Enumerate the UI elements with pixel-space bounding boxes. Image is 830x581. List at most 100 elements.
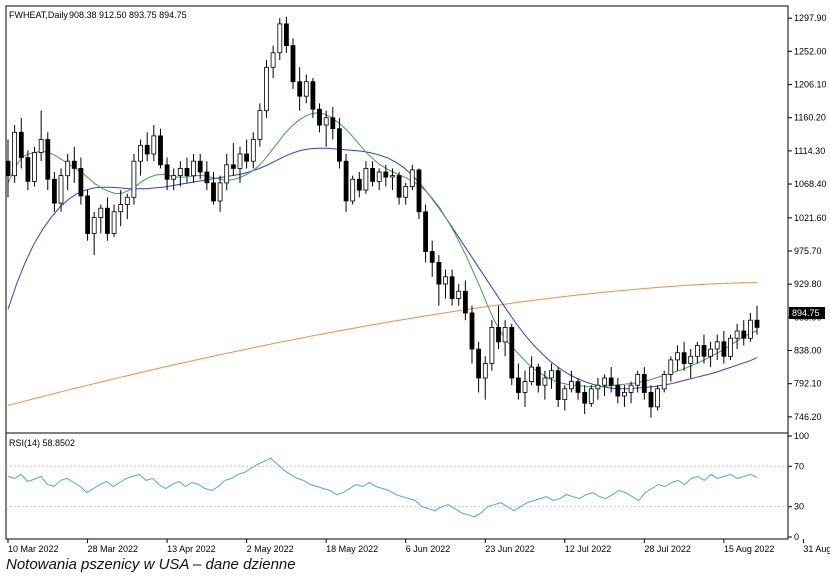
x-tick-label: 12 Jul 2022 — [565, 544, 612, 554]
candle-body — [52, 178, 57, 204]
candle-body — [38, 139, 44, 153]
candle — [144, 132, 150, 162]
y-tick-label: 929.80 — [794, 279, 822, 289]
candle — [582, 385, 588, 415]
x-tick-label: 28 Jul 2022 — [644, 544, 691, 554]
candle — [754, 305, 760, 335]
candle — [695, 341, 700, 364]
candle-body — [695, 345, 700, 357]
candle-body — [257, 110, 263, 140]
candle — [12, 125, 18, 183]
candle-body — [476, 348, 482, 379]
candle-body — [569, 381, 574, 390]
y-tick-label: 1297.90 — [794, 13, 827, 23]
candle-body — [244, 153, 250, 162]
candle — [476, 341, 482, 393]
candle — [628, 381, 634, 404]
candle — [522, 370, 528, 407]
candle-body — [350, 178, 356, 202]
rsi-tick-label: 100 — [794, 431, 809, 441]
candle-body — [608, 377, 614, 386]
candle — [681, 341, 687, 371]
candle — [224, 153, 230, 191]
x-tick-label: 15 Aug 2022 — [724, 544, 775, 554]
candle — [661, 370, 667, 393]
candle — [164, 157, 170, 191]
candle-body — [12, 131, 18, 177]
candle-body — [211, 182, 216, 202]
candle-body — [436, 261, 442, 285]
candle — [118, 190, 124, 227]
candle-body — [290, 45, 296, 83]
candle — [52, 172, 57, 212]
candle — [496, 305, 501, 350]
candle-body — [748, 319, 753, 339]
candle-body — [5, 160, 11, 177]
candle — [32, 146, 37, 187]
candle — [297, 67, 303, 111]
candle — [105, 197, 110, 241]
candle-body — [409, 169, 415, 187]
candle — [383, 164, 389, 187]
candle-body — [390, 175, 395, 178]
candle — [655, 385, 660, 411]
candle-body — [516, 377, 521, 393]
x-tick-label: 31 Aug 2022 — [803, 544, 830, 554]
candle — [290, 38, 296, 89]
candle — [489, 320, 495, 371]
candle-body — [615, 384, 621, 397]
symbol-label: FWHEAT,Daily — [9, 10, 68, 20]
candle — [78, 157, 84, 205]
candle-body — [65, 160, 71, 177]
ma-green-line — [7, 112, 758, 388]
candle — [549, 363, 554, 389]
candle-body — [270, 52, 276, 68]
candle-body — [575, 381, 581, 393]
candle — [482, 356, 488, 400]
x-axis-ticks: 10 Mar 2022 28 Mar 2022 13 Apr 2022 2 May 2… — [7, 539, 830, 554]
candle — [230, 143, 236, 176]
candle — [721, 331, 727, 364]
y-tick-label: 1021.60 — [794, 213, 827, 223]
candle — [5, 139, 11, 198]
candle-body — [98, 207, 104, 218]
candle-body — [191, 160, 197, 177]
candle-body — [124, 196, 130, 205]
candle — [555, 367, 561, 407]
candle — [25, 150, 31, 191]
candle-body — [675, 352, 680, 361]
candle-body — [363, 167, 369, 191]
candle-body — [217, 182, 223, 202]
candles-group — [5, 16, 760, 418]
x-tick-label: 2 May 2022 — [247, 544, 294, 554]
x-tick-label: 10 Mar 2022 — [8, 544, 59, 554]
candle-body — [496, 326, 501, 343]
candle-body — [688, 355, 694, 364]
candle — [728, 334, 733, 360]
candle — [71, 146, 77, 183]
candle-body — [283, 23, 289, 47]
candle-body — [171, 175, 177, 180]
candle — [217, 175, 223, 212]
rsi-line — [7, 457, 758, 518]
candle — [356, 172, 362, 198]
x-tick-label: 6 Jun 2022 — [406, 544, 451, 554]
candle — [509, 323, 515, 386]
candle — [277, 18, 283, 61]
candle-body — [489, 326, 495, 364]
candle-body — [336, 128, 342, 162]
candle-body — [403, 186, 409, 198]
candle — [449, 269, 455, 306]
candle-body — [555, 370, 561, 401]
candle-body — [197, 160, 203, 173]
candle-body — [310, 81, 316, 110]
candle — [91, 211, 97, 256]
candle-body — [708, 348, 713, 357]
candle-body — [184, 167, 190, 176]
y-tick-label: 792.10 — [794, 379, 822, 389]
candle-body — [105, 207, 110, 234]
candle — [602, 374, 607, 397]
candle-body — [641, 373, 647, 393]
candle-body — [45, 139, 51, 180]
candle — [569, 370, 574, 393]
